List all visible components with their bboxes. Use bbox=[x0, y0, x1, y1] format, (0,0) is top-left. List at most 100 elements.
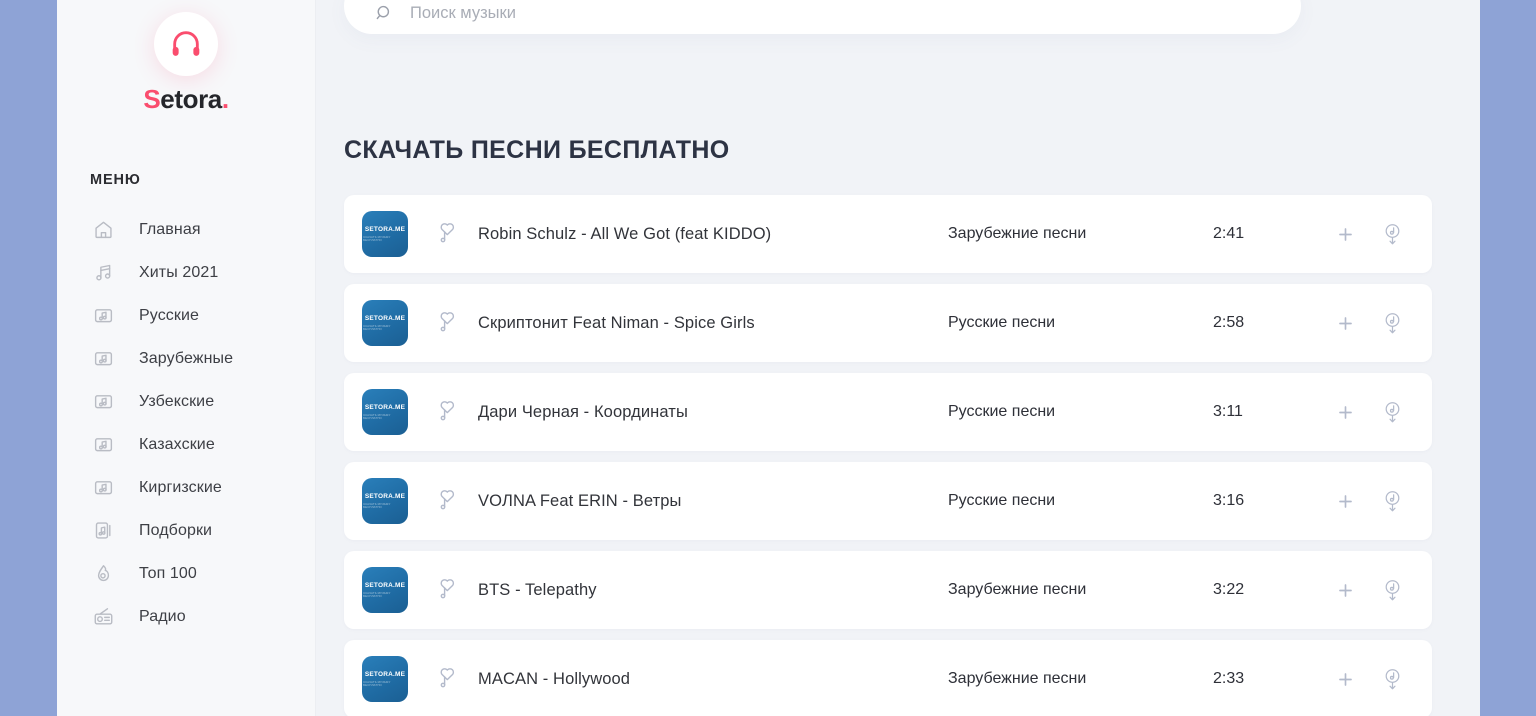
heart-note-icon[interactable] bbox=[430, 310, 464, 336]
download-note-icon[interactable] bbox=[1380, 222, 1404, 246]
thumbnail-sublabel: СКАЧАТЬ МУЗЫКУ БЕСПЛАТНО bbox=[363, 590, 391, 598]
sidebar-item-label: Киргизские bbox=[139, 478, 222, 496]
heart-note-icon[interactable] bbox=[430, 488, 464, 514]
download-note-icon[interactable] bbox=[1380, 311, 1404, 335]
sidebar-item-kirgizskie[interactable]: Киргизские bbox=[57, 466, 315, 509]
logo-badge bbox=[154, 12, 218, 76]
track-title: MACAN - Hollywood bbox=[478, 669, 631, 688]
plus-icon[interactable] bbox=[1333, 311, 1357, 335]
main-content: СКАЧАТЬ ПЕСНИ БЕСПЛАТНО SETORA.ME СКАЧАТ… bbox=[316, 0, 1480, 716]
brand-name-dot: . bbox=[221, 84, 229, 114]
search-icon bbox=[374, 3, 394, 23]
track-thumbnail: SETORA.ME СКАЧАТЬ МУЗЫКУ БЕСПЛАТНО bbox=[362, 567, 408, 613]
track-title: BTS - Telepathy bbox=[478, 580, 597, 599]
music-notes-icon bbox=[90, 262, 116, 283]
sidebar-item-podborki[interactable]: Подборки bbox=[57, 509, 315, 552]
sidebar: Setora. МЕНЮ Главная Хиты 2021 Русские З… bbox=[57, 0, 316, 716]
table-row[interactable]: SETORA.ME СКАЧАТЬ МУЗЫКУ БЕСПЛАТНО BTS -… bbox=[344, 551, 1432, 629]
sidebar-item-label: Узбекские bbox=[139, 392, 215, 410]
sidebar-item-label: Подборки bbox=[139, 521, 213, 539]
folder-music-icon bbox=[90, 305, 116, 326]
track-genre: Русские песни bbox=[948, 492, 1056, 509]
radio-icon bbox=[90, 606, 116, 627]
heart-note-icon[interactable] bbox=[430, 577, 464, 603]
track-duration: 2:58 bbox=[1213, 314, 1245, 331]
sidebar-item-zarubezhnye[interactable]: Зарубежные bbox=[57, 337, 315, 380]
track-genre: Русские песни bbox=[948, 403, 1056, 420]
sidebar-item-label: Главная bbox=[139, 220, 201, 238]
sidebar-item-hity-2021[interactable]: Хиты 2021 bbox=[57, 251, 315, 294]
track-genre: Зарубежние песни bbox=[948, 225, 1087, 242]
thumbnail-label: SETORA.ME bbox=[364, 225, 406, 233]
track-thumbnail: SETORA.ME СКАЧАТЬ МУЗЫКУ БЕСПЛАТНО bbox=[362, 211, 408, 257]
thumbnail-sublabel: СКАЧАТЬ МУЗЫКУ БЕСПЛАТНО bbox=[363, 501, 391, 509]
track-title: Robin Schulz - All We Got (feat KIDDO) bbox=[478, 224, 772, 243]
table-row[interactable]: SETORA.ME СКАЧАТЬ МУЗЫКУ БЕСПЛАТНО VOЛNA… bbox=[344, 462, 1432, 540]
sidebar-menu: Главная Хиты 2021 Русские Зарубежные Узб… bbox=[57, 208, 315, 638]
download-note-icon[interactable] bbox=[1380, 489, 1404, 513]
sidebar-item-kazahskie[interactable]: Казахские bbox=[57, 423, 315, 466]
track-thumbnail: SETORA.ME СКАЧАТЬ МУЗЫКУ БЕСПЛАТНО bbox=[362, 656, 408, 702]
table-row[interactable]: SETORA.ME СКАЧАТЬ МУЗЫКУ БЕСПЛАТНО Дари … bbox=[344, 373, 1432, 451]
table-row[interactable]: SETORA.ME СКАЧАТЬ МУЗЫКУ БЕСПЛАТНО MACAN… bbox=[344, 640, 1432, 716]
track-thumbnail: SETORA.ME СКАЧАТЬ МУЗЫКУ БЕСПЛАТНО bbox=[362, 389, 408, 435]
thumbnail-label: SETORA.ME bbox=[364, 581, 406, 589]
thumbnail-label: SETORA.ME bbox=[364, 492, 406, 500]
sidebar-item-label: Радио bbox=[139, 607, 186, 625]
thumbnail-label: SETORA.ME bbox=[364, 314, 406, 322]
plus-icon[interactable] bbox=[1333, 667, 1357, 691]
row-actions bbox=[1323, 578, 1404, 602]
albums-music-icon bbox=[90, 520, 116, 541]
sidebar-item-top-100[interactable]: Топ 100 bbox=[57, 552, 315, 595]
track-thumbnail: SETORA.ME СКАЧАТЬ МУЗЫКУ БЕСПЛАТНО bbox=[362, 478, 408, 524]
home-icon bbox=[90, 219, 116, 240]
search-input[interactable] bbox=[410, 3, 1059, 23]
folder-music-icon bbox=[90, 434, 116, 455]
row-actions bbox=[1323, 489, 1404, 513]
thumbnail-label: SETORA.ME bbox=[364, 670, 406, 678]
plus-icon[interactable] bbox=[1333, 578, 1357, 602]
brand-name-rest: etora bbox=[160, 84, 222, 114]
plus-icon[interactable] bbox=[1333, 400, 1357, 424]
table-row[interactable]: SETORA.ME СКАЧАТЬ МУЗЫКУ БЕСПЛАТНО Скрип… bbox=[344, 284, 1432, 362]
track-duration: 3:11 bbox=[1213, 403, 1243, 420]
sidebar-item-label: Русские bbox=[139, 306, 200, 324]
download-note-icon[interactable] bbox=[1380, 667, 1404, 691]
track-title: VOЛNA Feat ERIN - Ветры bbox=[478, 491, 682, 510]
brand-name-accent: S bbox=[143, 84, 161, 114]
app-window: Setora. МЕНЮ Главная Хиты 2021 Русские З… bbox=[57, 0, 1480, 716]
plus-icon[interactable] bbox=[1333, 222, 1357, 246]
heart-note-icon[interactable] bbox=[430, 666, 464, 692]
track-duration: 2:41 bbox=[1213, 225, 1245, 242]
plus-icon[interactable] bbox=[1333, 489, 1357, 513]
heart-note-icon[interactable] bbox=[430, 399, 464, 425]
table-row[interactable]: SETORA.ME СКАЧАТЬ МУЗЫКУ БЕСПЛАТНО Robin… bbox=[344, 195, 1432, 273]
thumbnail-label: SETORA.ME bbox=[364, 403, 406, 411]
folder-music-icon bbox=[90, 391, 116, 412]
thumbnail-sublabel: СКАЧАТЬ МУЗЫКУ БЕСПЛАТНО bbox=[363, 323, 391, 331]
sidebar-item-uzbekskie[interactable]: Узбекские bbox=[57, 380, 315, 423]
brand-wordmark: Setora. bbox=[143, 84, 229, 114]
track-duration: 3:16 bbox=[1213, 492, 1245, 509]
search-bar[interactable] bbox=[344, 0, 1301, 34]
track-genre: Зарубежние песни bbox=[948, 581, 1087, 598]
heart-note-icon[interactable] bbox=[430, 221, 464, 247]
thumbnail-sublabel: СКАЧАТЬ МУЗЫКУ БЕСПЛАТНО bbox=[363, 234, 391, 242]
folder-music-icon bbox=[90, 348, 116, 369]
track-duration: 3:22 bbox=[1213, 581, 1245, 598]
row-actions bbox=[1323, 222, 1404, 246]
fire-icon bbox=[90, 563, 116, 584]
row-actions bbox=[1323, 667, 1404, 691]
row-actions bbox=[1323, 400, 1404, 424]
sidebar-item-glavnaya[interactable]: Главная bbox=[57, 208, 315, 251]
track-genre: Зарубежние песни bbox=[948, 670, 1087, 687]
row-actions bbox=[1323, 311, 1404, 335]
download-note-icon[interactable] bbox=[1380, 400, 1404, 424]
page-title: СКАЧАТЬ ПЕСНИ БЕСПЛАТНО bbox=[344, 136, 730, 164]
menu-heading: МЕНЮ bbox=[90, 172, 141, 188]
thumbnail-sublabel: СКАЧАТЬ МУЗЫКУ БЕСПЛАТНО bbox=[363, 679, 391, 687]
brand-logo[interactable]: Setora. bbox=[57, 0, 315, 112]
sidebar-item-russkie[interactable]: Русские bbox=[57, 294, 315, 337]
download-note-icon[interactable] bbox=[1380, 578, 1404, 602]
sidebar-item-radio[interactable]: Радио bbox=[57, 595, 315, 638]
